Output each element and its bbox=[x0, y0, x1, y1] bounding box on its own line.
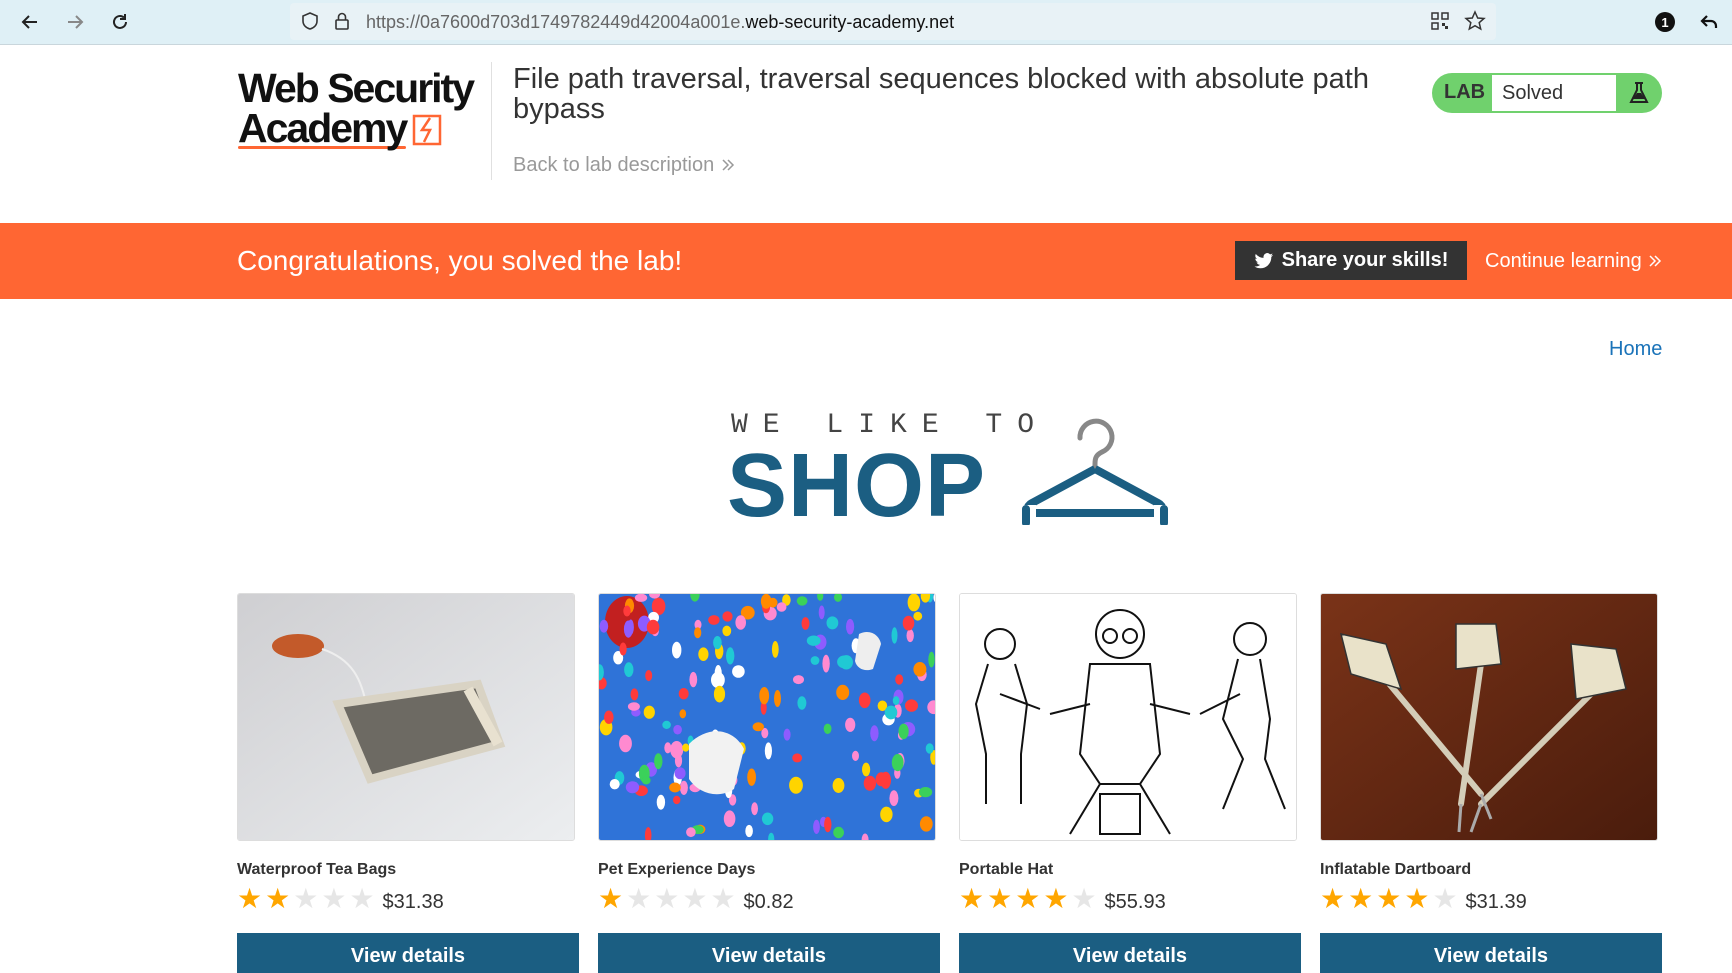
star-filled-icon: ★ bbox=[959, 883, 985, 914]
congratulations-message: Congratulations, you solved the lab! bbox=[237, 245, 683, 276]
star-filled-icon: ★ bbox=[1043, 883, 1069, 914]
solved-banner: Congratulations, you solved the lab! Sha… bbox=[0, 223, 1732, 299]
product-image-darts[interactable] bbox=[1320, 593, 1658, 841]
view-details-button[interactable]: View details bbox=[598, 933, 940, 973]
address-bar[interactable]: https://0a7600d703d1749782449d42004a001e… bbox=[290, 3, 1496, 40]
star-rating: ★ ★ ★ ★ ★ bbox=[1320, 885, 1458, 913]
star-empty-icon: ★ bbox=[349, 883, 375, 914]
back-to-lab-description-link[interactable]: Back to lab description bbox=[513, 154, 736, 177]
back-arrow-icon[interactable] bbox=[15, 7, 45, 37]
bookmark-star-icon[interactable] bbox=[1464, 10, 1486, 37]
product-price: $55.93 bbox=[1104, 890, 1166, 913]
product-name: Portable Hat bbox=[959, 861, 1054, 878]
product-rating: ★ ★ ★ ★ ★ $0.82 bbox=[598, 885, 936, 913]
product-rating: ★ ★ ★ ★ ★ $31.39 bbox=[1320, 885, 1658, 913]
star-filled-icon: ★ bbox=[1404, 883, 1430, 914]
lab-title: File path traversal, traversal sequences… bbox=[513, 63, 1369, 125]
star-filled-icon: ★ bbox=[987, 883, 1013, 914]
forward-arrow-icon[interactable] bbox=[60, 7, 90, 37]
continue-learning-link[interactable]: Continue learning bbox=[1485, 250, 1663, 273]
lab-tag: LAB bbox=[1444, 81, 1486, 103]
url-text: https://0a7600d703d1749782449d42004a001e… bbox=[366, 12, 955, 32]
view-details-button[interactable]: View details bbox=[237, 933, 579, 973]
product-image-tea-bag[interactable] bbox=[237, 593, 575, 841]
star-empty-icon: ★ bbox=[626, 883, 652, 914]
view-details-button[interactable]: View details bbox=[959, 933, 1301, 973]
product-name: Waterproof Tea Bags bbox=[237, 861, 397, 878]
star-filled-icon: ★ bbox=[265, 883, 291, 914]
browser-toolbar: https://0a7600d703d1749782449d42004a001e… bbox=[0, 0, 1732, 45]
star-filled-icon: ★ bbox=[1015, 883, 1041, 914]
web-security-academy-logo[interactable]: Web Security Academy bbox=[238, 68, 488, 168]
star-empty-icon: ★ bbox=[710, 883, 736, 914]
shield-icon bbox=[300, 11, 320, 36]
product-price: $31.38 bbox=[382, 890, 444, 913]
star-rating: ★ ★ ★ ★ ★ bbox=[598, 885, 736, 913]
star-filled-icon: ★ bbox=[1320, 883, 1346, 914]
lab-status-badge: LAB Solved bbox=[1432, 73, 1662, 113]
double-chevron-right-icon bbox=[722, 159, 734, 171]
share-skills-button[interactable]: Share your skills! bbox=[1235, 241, 1467, 280]
product-rating: ★ ★ ★ ★ ★ $31.38 bbox=[237, 885, 575, 913]
clothes-hanger-icon bbox=[1022, 418, 1168, 525]
star-filled-icon: ★ bbox=[237, 883, 263, 914]
product-image-balloons[interactable] bbox=[598, 593, 936, 841]
reload-icon[interactable] bbox=[105, 7, 135, 37]
logo-bolt-icon bbox=[413, 114, 442, 146]
star-filled-icon: ★ bbox=[1348, 883, 1374, 914]
star-filled-icon: ★ bbox=[598, 883, 624, 914]
undo-arrow-icon[interactable] bbox=[1694, 7, 1724, 37]
header-divider bbox=[491, 62, 492, 180]
star-empty-icon: ★ bbox=[654, 883, 680, 914]
star-empty-icon: ★ bbox=[321, 883, 347, 914]
hero-title: SHOP bbox=[727, 436, 987, 536]
twitter-icon bbox=[1254, 252, 1273, 268]
star-empty-icon: ★ bbox=[1071, 883, 1097, 914]
product-name: Pet Experience Days bbox=[598, 861, 756, 878]
view-details-button[interactable]: View details bbox=[1320, 933, 1662, 973]
product-card: Waterproof Tea Bags ★ ★ ★ ★ ★ $31.38 bbox=[237, 593, 575, 913]
star-filled-icon: ★ bbox=[1376, 883, 1402, 914]
product-card: Portable Hat ★ ★ ★ ★ ★ $55.93 bbox=[959, 593, 1297, 913]
product-name: Inflatable Dartboard bbox=[1320, 861, 1472, 878]
double-chevron-right-icon bbox=[1649, 255, 1662, 267]
star-empty-icon: ★ bbox=[293, 883, 319, 914]
star-empty-icon: ★ bbox=[1432, 883, 1458, 914]
star-empty-icon: ★ bbox=[682, 883, 708, 914]
home-link[interactable]: Home bbox=[1609, 338, 1662, 361]
qr-code-icon[interactable] bbox=[1430, 11, 1450, 36]
product-price: $31.39 bbox=[1465, 890, 1527, 913]
extension-badge-icon[interactable]: 1 bbox=[1650, 7, 1680, 37]
product-price: $0.82 bbox=[743, 890, 794, 913]
product-rating: ★ ★ ★ ★ ★ $55.93 bbox=[959, 885, 1297, 913]
product-image-cartoon[interactable] bbox=[959, 593, 1297, 841]
product-card: Inflatable Dartboard ★ ★ ★ ★ ★ $31.39 bbox=[1320, 593, 1658, 913]
star-rating: ★ ★ ★ ★ ★ bbox=[959, 885, 1097, 913]
star-rating: ★ ★ ★ ★ ★ bbox=[237, 885, 375, 913]
lab-status-text: Solved bbox=[1492, 75, 1616, 111]
flask-icon bbox=[1629, 82, 1649, 103]
product-card: Pet Experience Days ★ ★ ★ ★ ★ $0.82 bbox=[598, 593, 936, 913]
lock-icon bbox=[332, 11, 352, 36]
